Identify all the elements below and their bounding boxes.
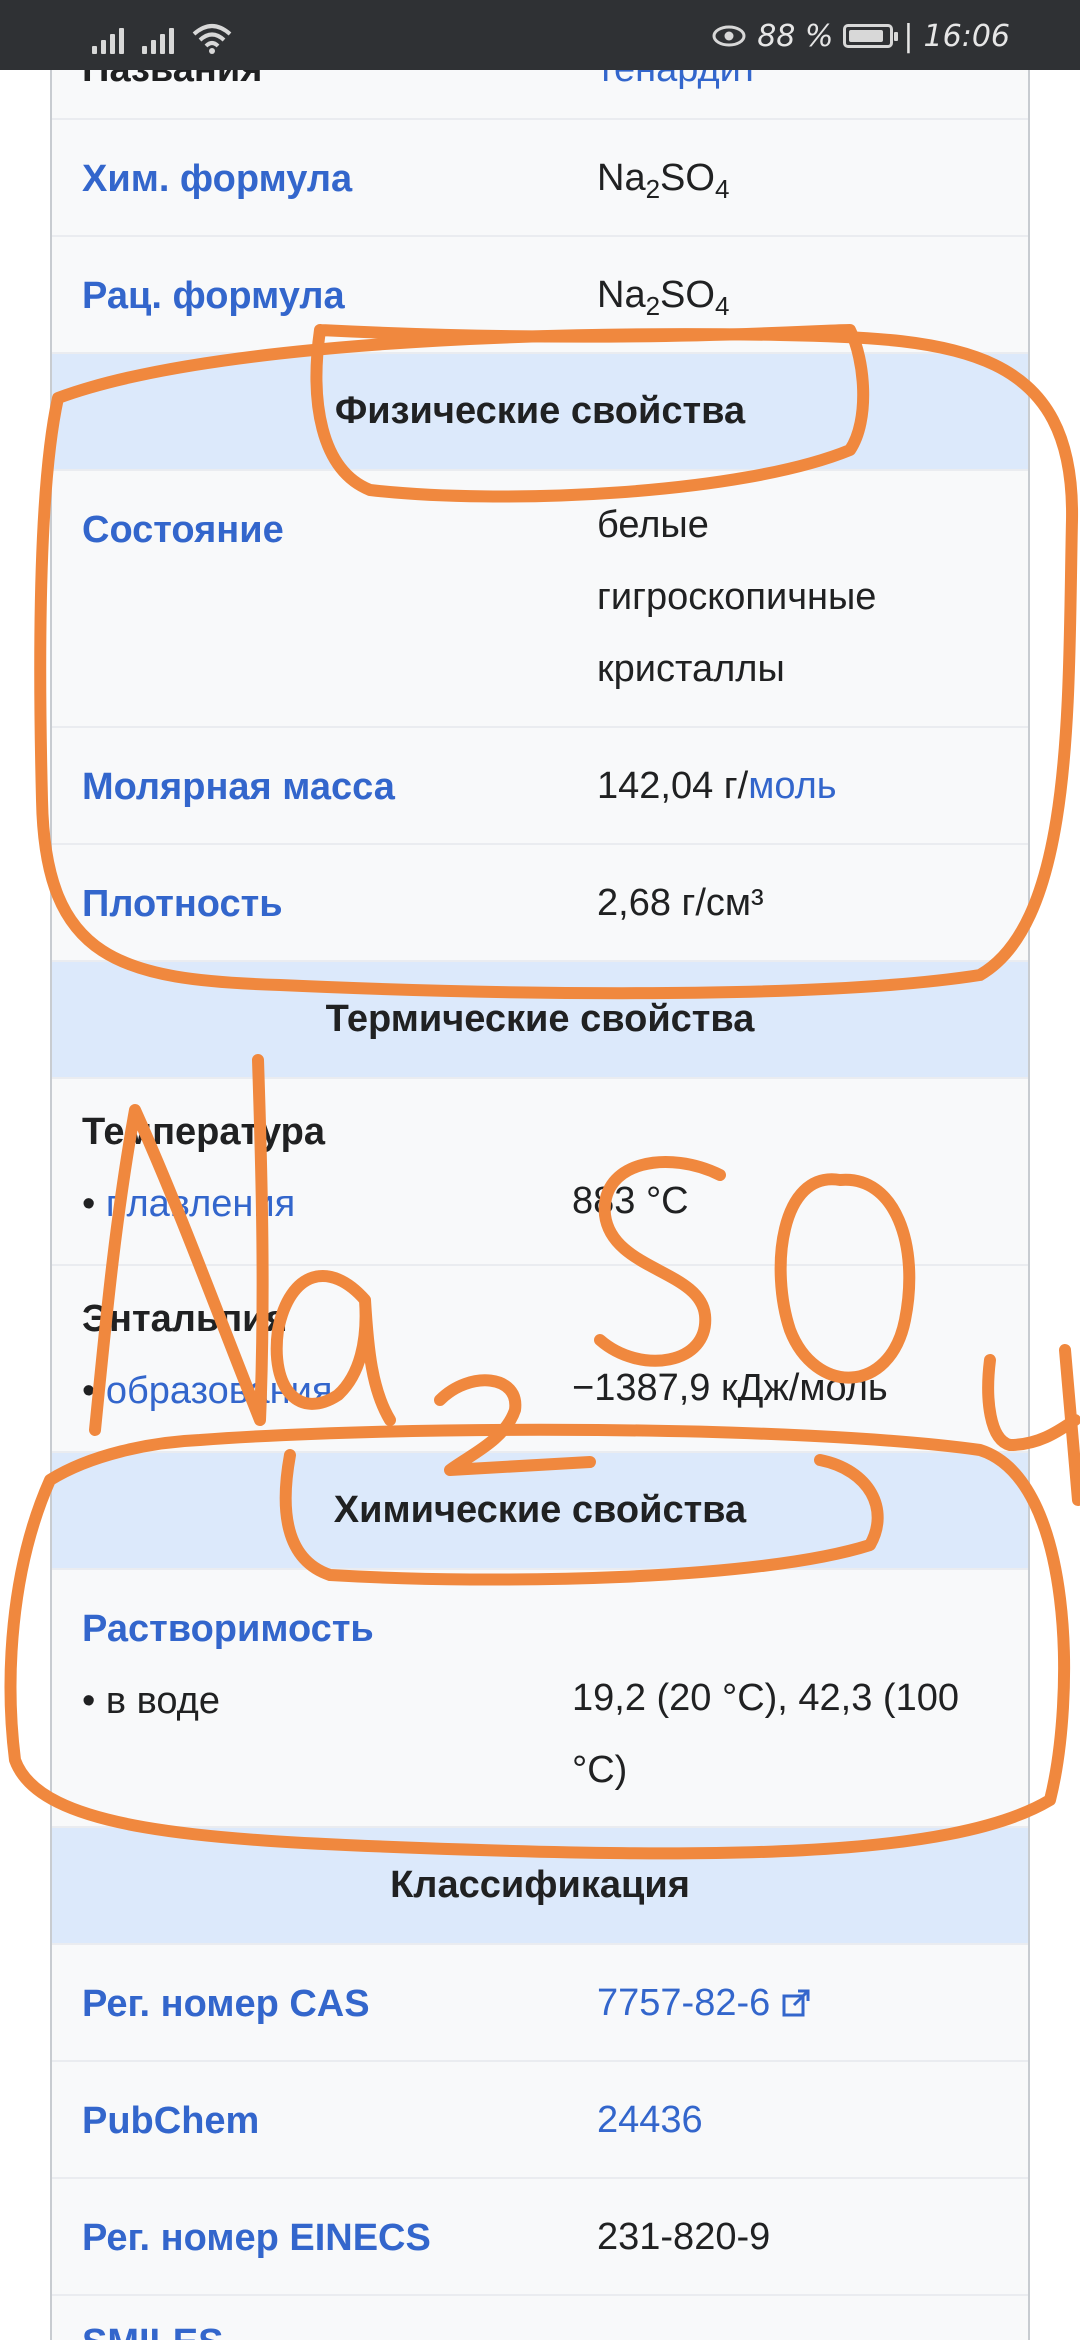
state-value-line-3: кристаллы xyxy=(597,648,785,690)
density-value: 2,68 г/см³ xyxy=(597,882,764,924)
einecs-value: 231-820-9 xyxy=(597,2216,771,2258)
battery-icon xyxy=(843,24,899,48)
section-chemical-title: Химические свойства xyxy=(333,1489,747,1531)
row-smiles: SMILES xyxy=(52,2296,1028,2340)
chem-formula-label[interactable]: Хим. формула xyxy=(82,158,352,201)
names-value-link[interactable]: тенардит xyxy=(597,70,758,91)
pubchem-value-link[interactable]: 24436 xyxy=(597,2084,703,2156)
pubchem-label[interactable]: PubChem xyxy=(82,2100,259,2143)
row-state: Состояние белые гигроскопичные кристаллы xyxy=(52,471,1028,728)
solubility-value-line-1: 19,2 (20 °C), 42,3 (100 xyxy=(572,1677,959,1719)
cas-label[interactable]: Рег. номер CAS xyxy=(82,1983,370,2026)
clock: 16:06 xyxy=(923,18,1010,54)
molar-mass-value: 142,04 г/моль xyxy=(597,765,837,807)
row-chem-formula: Хим. формула Na2SO4 xyxy=(52,120,1028,237)
row-temperature: Температура • плавления 883 °C xyxy=(52,1079,1028,1266)
row-solubility: Растворимость • в воде 19,2 (20 °C), 42,… xyxy=(52,1570,1028,1828)
section-classification: Классификация xyxy=(52,1828,1028,1945)
battery-percent: 88 % xyxy=(757,18,834,54)
section-chemical-properties: Химические свойства xyxy=(52,1453,1028,1570)
wifi-icon xyxy=(192,24,232,54)
section-thermal-properties: Термические свойства xyxy=(52,962,1028,1079)
mole-unit-link[interactable]: моль xyxy=(748,765,836,807)
separator: | xyxy=(903,18,914,54)
enthalpy-label: Энтальпия xyxy=(82,1298,288,1340)
melting-link[interactable]: плавления xyxy=(106,1183,295,1225)
row-rational-formula: Рац. формула Na2SO4 xyxy=(52,237,1028,354)
smiles-label[interactable]: SMILES xyxy=(82,2322,223,2340)
rational-formula-value: Na2SO4 xyxy=(597,274,730,321)
battery-fill xyxy=(849,30,883,42)
section-thermal-title: Термические свойства xyxy=(325,998,755,1040)
einecs-label[interactable]: Рег. номер EINECS xyxy=(82,2217,431,2260)
section-classification-title: Классификация xyxy=(390,1864,690,1906)
row-names-cutoff: Названия тенардит xyxy=(52,70,1028,120)
melting-value: 883 °C xyxy=(572,1180,689,1222)
section-physical-title: Физические свойства xyxy=(334,390,746,432)
names-label: Названия xyxy=(82,70,262,91)
melting-bullet: • плавления xyxy=(82,1183,296,1225)
row-einecs: Рег. номер EINECS 231-820-9 xyxy=(52,2179,1028,2296)
density-label[interactable]: Плотность xyxy=(82,883,283,926)
section-physical-properties: Физические свойства xyxy=(52,354,1028,471)
infobox-table: Названия тенардит Хим. формула Na2SO4 Ра… xyxy=(50,70,1030,2340)
signal-icon xyxy=(92,24,124,54)
signal-icon-2 xyxy=(142,24,174,54)
temperature-label: Температура xyxy=(82,1111,326,1153)
external-link-icon xyxy=(782,1989,810,2017)
solubility-value-line-2: °C) xyxy=(572,1749,628,1791)
status-right: 88 % | 16:06 xyxy=(711,16,1010,56)
formation-link[interactable]: образования xyxy=(106,1370,333,1412)
row-pubchem: PubChem 24436 xyxy=(52,2062,1028,2179)
state-value-line-1: белые xyxy=(597,504,709,546)
cas-value-link[interactable]: 7757-82-6 xyxy=(597,1967,811,2039)
row-cas: Рег. номер CAS 7757-82-6 xyxy=(52,1945,1028,2062)
row-density: Плотность 2,68 г/см³ xyxy=(52,845,1028,962)
row-molar-mass: Молярная масса 142,04 г/моль xyxy=(52,728,1028,845)
rational-formula-label[interactable]: Рац. формула xyxy=(82,275,345,318)
row-enthalpy: Энтальпия • образования −1387,9 кДж/моль xyxy=(52,1266,1028,1453)
eye-comfort-icon xyxy=(712,25,746,47)
enthalpy-value: −1387,9 кДж/моль xyxy=(572,1367,888,1409)
molar-mass-label[interactable]: Молярная масса xyxy=(82,766,395,809)
status-left xyxy=(92,18,232,54)
water-bullet: • в воде xyxy=(82,1680,220,1722)
in-water-label: в воде xyxy=(105,1680,220,1722)
status-bar: 88 % | 16:06 xyxy=(0,0,1080,70)
state-label[interactable]: Состояние xyxy=(82,509,284,552)
state-value-line-2: гигроскопичные xyxy=(597,576,877,618)
formation-bullet: • образования xyxy=(82,1370,333,1412)
solubility-label[interactable]: Растворимость xyxy=(82,1608,374,1651)
chem-formula-value: Na2SO4 xyxy=(597,157,730,204)
